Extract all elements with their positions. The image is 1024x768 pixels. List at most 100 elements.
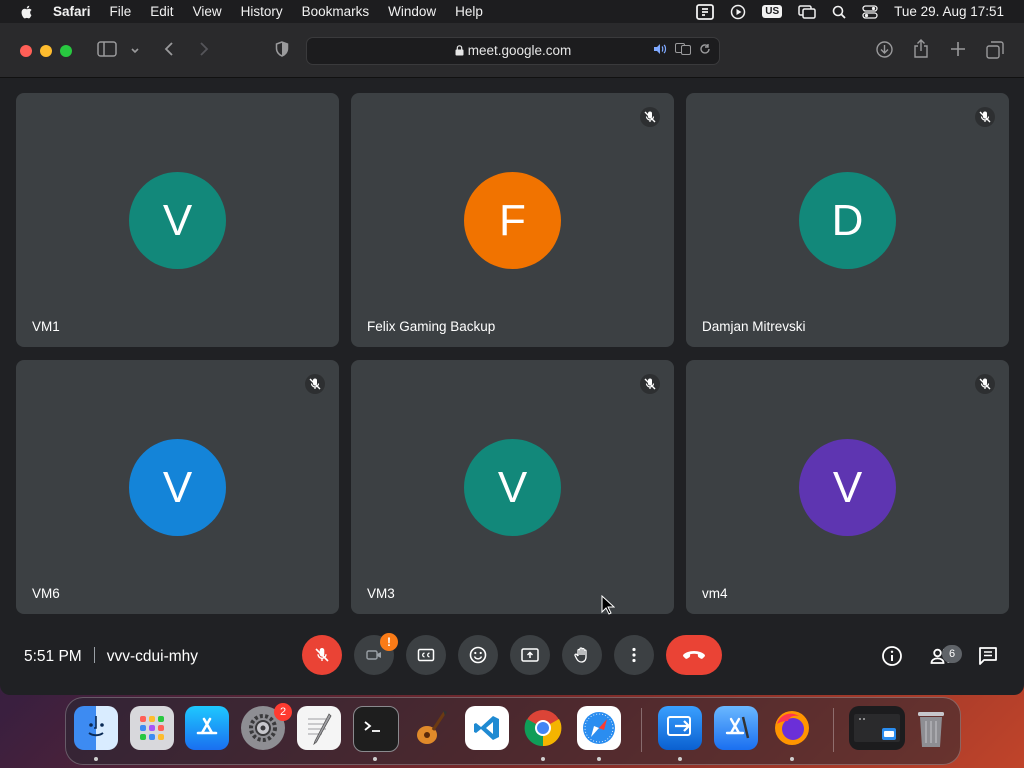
privacy-shield-icon[interactable] xyxy=(275,41,289,62)
trash-icon[interactable] xyxy=(909,706,953,750)
participant-tile[interactable]: F Felix Gaming Backup xyxy=(351,93,674,347)
meeting-time: 5:51 PM xyxy=(24,648,82,665)
captions-button[interactable] xyxy=(406,635,446,675)
muted-mic-icon xyxy=(640,107,660,127)
emoji-icon xyxy=(469,646,487,664)
menu-bookmarks[interactable]: Bookmarks xyxy=(302,4,370,19)
menu-file[interactable]: File xyxy=(110,4,132,19)
spotlight-search-icon[interactable] xyxy=(832,5,846,19)
screenshot-preview-icon[interactable] xyxy=(849,706,905,750)
participant-name: Felix Gaming Backup xyxy=(367,319,496,334)
launchpad-icon[interactable] xyxy=(130,706,174,750)
more-options-button[interactable] xyxy=(614,635,654,675)
participant-tile[interactable]: V VM1 xyxy=(16,93,339,347)
raise-hand-button[interactable] xyxy=(562,635,602,675)
zoom-window-button[interactable] xyxy=(60,45,72,57)
participant-count-badge: 6 xyxy=(942,645,962,663)
participant-avatar: V xyxy=(464,439,561,536)
meeting-code[interactable]: vvv-cdui-mhy xyxy=(107,648,198,665)
chrome-icon[interactable] xyxy=(521,706,565,750)
chevron-down-icon[interactable] xyxy=(130,43,140,61)
participant-tile[interactable]: V VM3 xyxy=(351,360,674,614)
app-store-icon[interactable] xyxy=(185,706,229,750)
hand-icon xyxy=(574,647,587,663)
menu-history[interactable]: History xyxy=(241,4,283,19)
forward-icon[interactable] xyxy=(198,41,210,62)
end-call-icon xyxy=(683,651,705,659)
muted-mic-icon xyxy=(975,374,995,394)
close-window-button[interactable] xyxy=(20,45,32,57)
menu-edit[interactable]: Edit xyxy=(150,4,173,19)
back-icon[interactable] xyxy=(163,41,175,62)
textedit-icon[interactable] xyxy=(297,706,341,750)
sidebar-toggle-icon[interactable] xyxy=(97,41,117,62)
participant-name: VM6 xyxy=(32,586,60,601)
participant-tile[interactable]: D Damjan Mitrevski xyxy=(686,93,1009,347)
leave-call-button[interactable] xyxy=(666,635,722,675)
participant-avatar: F xyxy=(464,172,561,269)
remote-desktop-status-icon[interactable] xyxy=(696,3,715,20)
play-status-icon[interactable] xyxy=(730,4,746,20)
participant-name: VM1 xyxy=(32,319,60,334)
microphone-toggle-button[interactable] xyxy=(302,635,342,675)
new-tab-icon[interactable] xyxy=(950,41,966,62)
lock-icon xyxy=(455,45,464,56)
reactions-button[interactable] xyxy=(458,635,498,675)
dock: 2 xyxy=(65,697,961,765)
meeting-controls-bar: 5:51 PM vvv-cdui-mhy ! 6 xyxy=(0,623,1024,695)
camera-off-icon xyxy=(366,650,381,660)
garageband-icon[interactable] xyxy=(409,706,453,750)
present-screen-icon xyxy=(521,648,539,662)
menu-help[interactable]: Help xyxy=(455,4,483,19)
menu-bar: Safari File Edit View History Bookmarks … xyxy=(0,0,1024,23)
share-icon[interactable] xyxy=(913,39,929,63)
menu-app-name[interactable]: Safari xyxy=(53,4,91,19)
muted-mic-icon xyxy=(975,107,995,127)
downloads-icon[interactable] xyxy=(876,41,893,63)
xcode-icon[interactable] xyxy=(714,706,758,750)
menubar-clock[interactable]: Tue 29. Aug 17:51 xyxy=(894,4,1004,19)
participant-avatar: V xyxy=(129,172,226,269)
participant-avatar: V xyxy=(799,439,896,536)
vscode-icon[interactable] xyxy=(465,706,509,750)
url-text: meet.google.com xyxy=(467,43,572,58)
mic-off-icon xyxy=(315,648,329,662)
info-icon xyxy=(882,646,902,666)
remote-desktop-icon[interactable] xyxy=(658,706,702,750)
screen-mirroring-icon[interactable] xyxy=(798,4,816,19)
firefox-icon[interactable] xyxy=(770,706,814,750)
mouse-cursor-icon xyxy=(601,595,615,615)
browser-toolbar: meet.google.com xyxy=(0,23,1024,78)
chat-button[interactable] xyxy=(975,643,1001,669)
participant-tile[interactable]: V VM6 xyxy=(16,360,339,614)
settings-notification-badge: 2 xyxy=(274,703,292,721)
tab-overview-icon[interactable] xyxy=(986,41,1004,64)
reload-icon[interactable] xyxy=(699,43,711,58)
meeting-details-button[interactable] xyxy=(879,643,905,669)
terminal-icon[interactable] xyxy=(353,706,399,752)
participant-tile[interactable]: V vm4 xyxy=(686,360,1009,614)
safari-icon[interactable] xyxy=(577,706,621,750)
present-screen-button[interactable] xyxy=(510,635,550,675)
safari-window: meet.google.com V VM1 F Felix Gaming Bac… xyxy=(0,23,1024,695)
finder-icon[interactable] xyxy=(74,706,118,750)
muted-mic-icon xyxy=(305,374,325,394)
participant-avatar: D xyxy=(799,172,896,269)
control-center-icon[interactable] xyxy=(862,4,878,19)
audio-playing-icon[interactable] xyxy=(653,43,667,58)
closed-captions-icon xyxy=(417,648,435,662)
address-bar[interactable]: meet.google.com xyxy=(306,37,720,65)
participant-name: Damjan Mitrevski xyxy=(702,319,806,334)
participant-name: VM3 xyxy=(367,586,395,601)
input-source-indicator[interactable]: US xyxy=(762,5,783,18)
muted-mic-icon xyxy=(640,374,660,394)
menu-view[interactable]: View xyxy=(193,4,222,19)
more-vertical-icon xyxy=(632,647,636,663)
chat-icon xyxy=(979,647,997,665)
menu-window[interactable]: Window xyxy=(388,4,436,19)
translate-icon[interactable] xyxy=(675,43,691,58)
meeting-info: 5:51 PM vvv-cdui-mhy xyxy=(24,647,198,666)
minimize-window-button[interactable] xyxy=(40,45,52,57)
camera-warning-badge[interactable]: ! xyxy=(380,633,398,651)
apple-icon[interactable] xyxy=(19,4,35,20)
